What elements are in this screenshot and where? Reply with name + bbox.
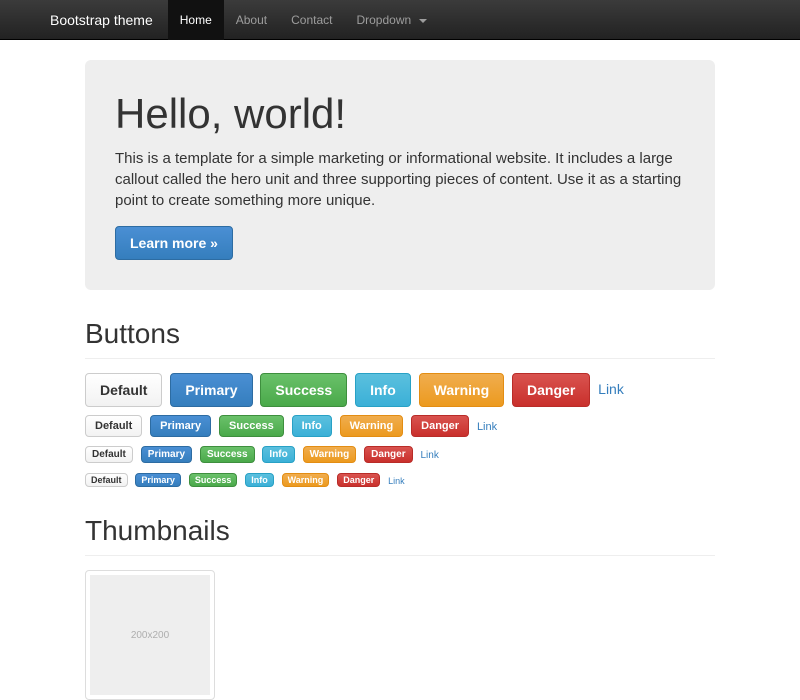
primary-button[interactable]: Primary (135, 473, 181, 487)
primary-button[interactable]: Primary (141, 446, 192, 463)
default-button[interactable]: Default (85, 415, 142, 437)
navbar: Bootstrap theme Home About Contact Dropd… (0, 0, 800, 40)
button-row-lg: Default Primary Success Info Warning Dan… (85, 373, 715, 407)
divider (85, 358, 715, 359)
divider (85, 555, 715, 556)
nav-about[interactable]: About (224, 0, 279, 40)
link-button[interactable]: Link (477, 421, 497, 433)
info-button[interactable]: Info (355, 373, 411, 407)
info-button[interactable]: Info (292, 415, 332, 437)
success-button[interactable]: Success (200, 446, 255, 463)
button-row-xxs: Default Primary Success Info Warning Dan… (85, 471, 715, 487)
primary-button[interactable]: Primary (170, 373, 252, 407)
default-button[interactable]: Default (85, 373, 162, 407)
hero-text: This is a template for a simple marketin… (115, 148, 685, 211)
success-button[interactable]: Success (189, 473, 238, 487)
nav-home[interactable]: Home (168, 0, 224, 40)
danger-button[interactable]: Danger (337, 473, 380, 487)
link-button[interactable]: Link (388, 476, 405, 486)
jumbotron: Hello, world! This is a template for a s… (85, 60, 715, 290)
hero-title: Hello, world! (115, 90, 685, 138)
chevron-down-icon (419, 19, 427, 23)
danger-button[interactable]: Danger (364, 446, 412, 463)
learn-more-button[interactable]: Learn more » (115, 226, 233, 260)
brand[interactable]: Bootstrap theme (35, 0, 168, 40)
link-button[interactable]: Link (598, 381, 624, 397)
link-button[interactable]: Link (421, 450, 439, 461)
success-button[interactable]: Success (260, 373, 347, 407)
info-button[interactable]: Info (245, 473, 274, 487)
thumbnail-placeholder: 200x200 (90, 575, 210, 695)
warning-button[interactable]: Warning (282, 473, 330, 487)
nav-contact[interactable]: Contact (279, 0, 344, 40)
info-button[interactable]: Info (262, 446, 294, 463)
warning-button[interactable]: Warning (419, 373, 504, 407)
nav-dropdown-label: Dropdown (356, 13, 411, 27)
default-button[interactable]: Default (85, 446, 133, 463)
buttons-heading: Buttons (85, 318, 715, 350)
thumbnails-heading: Thumbnails (85, 515, 715, 547)
default-button[interactable]: Default (85, 473, 128, 487)
thumbnail[interactable]: 200x200 (85, 570, 215, 700)
nav-dropdown[interactable]: Dropdown (344, 0, 438, 40)
danger-button[interactable]: Danger (512, 373, 590, 407)
primary-button[interactable]: Primary (150, 415, 211, 437)
danger-button[interactable]: Danger (411, 415, 469, 437)
success-button[interactable]: Success (219, 415, 284, 437)
warning-button[interactable]: Warning (340, 415, 404, 437)
button-row-xs: Default Primary Success Info Warning Dan… (85, 445, 715, 463)
button-row-sm: Default Primary Success Info Warning Dan… (85, 415, 715, 437)
warning-button[interactable]: Warning (303, 446, 357, 463)
